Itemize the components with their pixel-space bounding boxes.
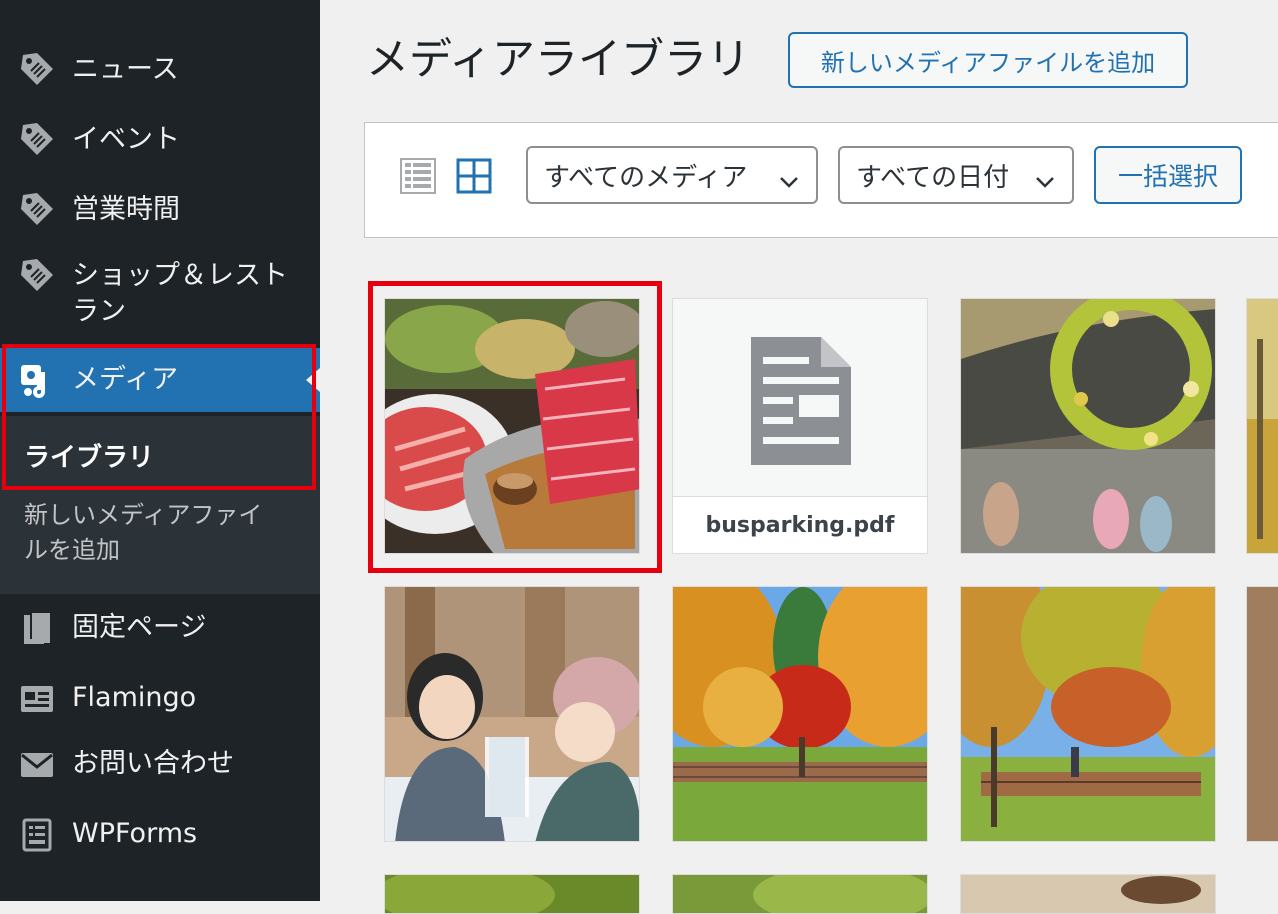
sidebar-item-news[interactable]: ニュース [0,50,320,90]
tag-icon [18,50,56,88]
sidebar-item-label-line1: ショップ＆レスト [72,260,288,291]
tag-icon [18,256,56,294]
pages-icon [18,610,56,648]
submenu-item-add-new-line2: ルを追加 [24,536,120,564]
submenu-item-library[interactable]: ライブラリ [24,440,154,476]
list-view-icon[interactable] [400,158,436,198]
media-item-wagyu-shabu[interactable] [384,298,640,554]
sidebar-item-pages[interactable]: 固定ページ [0,610,320,650]
sidebar-item-hours[interactable]: 営業時間 [0,190,320,230]
submenu-item-add-new[interactable]: 新しいメディアファイ ルを追加 [24,498,304,568]
media-item-friends-ice[interactable] [384,586,640,842]
media-item-autumn-bookshelf[interactable] [960,586,1216,842]
wpforms-icon [18,816,56,854]
sidebar-item-label: 固定ページ [72,612,207,643]
active-menu-indicator [306,368,320,392]
admin-sidebar: ニュース イベント 営業時間 ショップ＆レスト ラン メディア ライブラリ 新し… [0,0,320,901]
media-item-filename: busparking.pdf [673,496,927,553]
sidebar-item-shops[interactable]: ショップ＆レスト ラン [0,256,320,332]
sidebar-item-label: WPForms [72,818,198,849]
media-type-filter[interactable]: すべてのメディア [526,146,818,204]
sidebar-item-label: お問い合わせ [72,748,234,779]
sidebar-item-contact[interactable]: お問い合わせ [0,746,320,786]
tag-icon [18,190,56,228]
grid-view-icon[interactable] [456,158,492,198]
flamingo-icon [18,680,56,718]
date-filter[interactable]: すべての日付 [838,146,1074,204]
media-item-busparking-pdf[interactable]: busparking.pdf [672,298,928,554]
submenu-item-add-new-line1: 新しいメディアファイ [24,501,263,529]
media-item-partial[interactable] [1246,298,1278,554]
media-type-filter-value: すべてのメディア [544,162,748,193]
page-title: メディアライブラリ [366,35,750,85]
sidebar-item-label: ニュース [72,54,179,85]
document-icon [751,337,851,469]
sidebar-item-media[interactable]: メディア [0,348,320,412]
sidebar-item-label: メディア [72,364,179,395]
media-icon [18,361,56,399]
sidebar-item-label: 営業時間 [72,194,180,225]
sidebar-item-label: イベント [72,124,180,155]
media-item-autumn-trees[interactable] [672,586,928,842]
media-item-row3-3[interactable] [960,874,1216,914]
date-filter-value: すべての日付 [856,162,1010,193]
bulk-select-button[interactable]: 一括選択 [1094,146,1242,204]
chevron-down-icon [1034,167,1056,197]
sidebar-item-flamingo[interactable]: Flamingo [0,680,320,720]
mail-icon [18,746,56,784]
media-item-partial-2[interactable] [1246,586,1278,842]
sidebar-item-label: Flamingo [72,682,197,713]
add-new-media-button[interactable]: 新しいメディアファイルを追加 [788,32,1188,88]
sidebar-item-events[interactable]: イベント [0,120,320,160]
media-item-row3-1[interactable] [384,874,640,914]
media-item-row3-2[interactable] [672,874,928,914]
tag-icon [18,120,56,158]
chevron-down-icon [778,167,800,197]
sidebar-item-label-line2: ラン [72,296,126,327]
sidebar-item-wpforms[interactable]: WPForms [0,816,320,856]
media-item-wreath[interactable] [960,298,1216,554]
